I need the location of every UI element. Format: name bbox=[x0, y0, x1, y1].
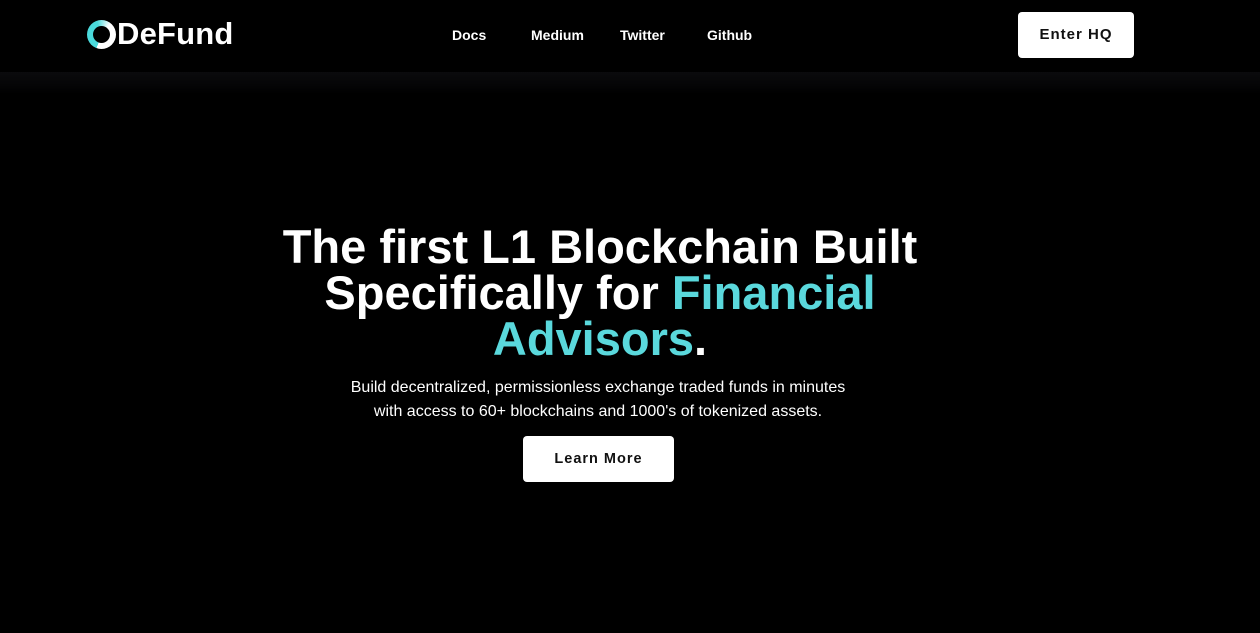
hero-title-period: . bbox=[694, 312, 708, 365]
site-header: DeFund Docs Medium Twitter Github Enter … bbox=[0, 0, 1260, 72]
logo-text: DeFund bbox=[117, 16, 234, 51]
hero-subtitle-line-2: with access to 60+ blockchains and 1000'… bbox=[373, 403, 823, 420]
hero-subtitle: Build decentralized, permissionless exch… bbox=[300, 376, 896, 424]
enter-hq-button[interactable]: Enter HQ bbox=[1018, 12, 1134, 58]
nav-link-docs[interactable]: Docs bbox=[452, 24, 486, 46]
hero-subtitle-line-1: Build decentralized, permissionless exch… bbox=[350, 379, 846, 396]
logo-link[interactable]: DeFund bbox=[87, 17, 234, 51]
nav-link-medium[interactable]: Medium bbox=[531, 24, 584, 46]
nav-link-github[interactable]: Github bbox=[707, 24, 752, 46]
learn-more-button[interactable]: Learn More bbox=[523, 436, 674, 482]
hero-title: The first L1 Blockchain Built Specifical… bbox=[230, 223, 970, 365]
defund-ring-logo-icon bbox=[87, 19, 116, 49]
landing-page: DeFund Docs Medium Twitter Github Enter … bbox=[0, 0, 1260, 633]
nav-link-twitter[interactable]: Twitter bbox=[620, 24, 665, 46]
header-divider-shadow bbox=[0, 72, 1260, 94]
